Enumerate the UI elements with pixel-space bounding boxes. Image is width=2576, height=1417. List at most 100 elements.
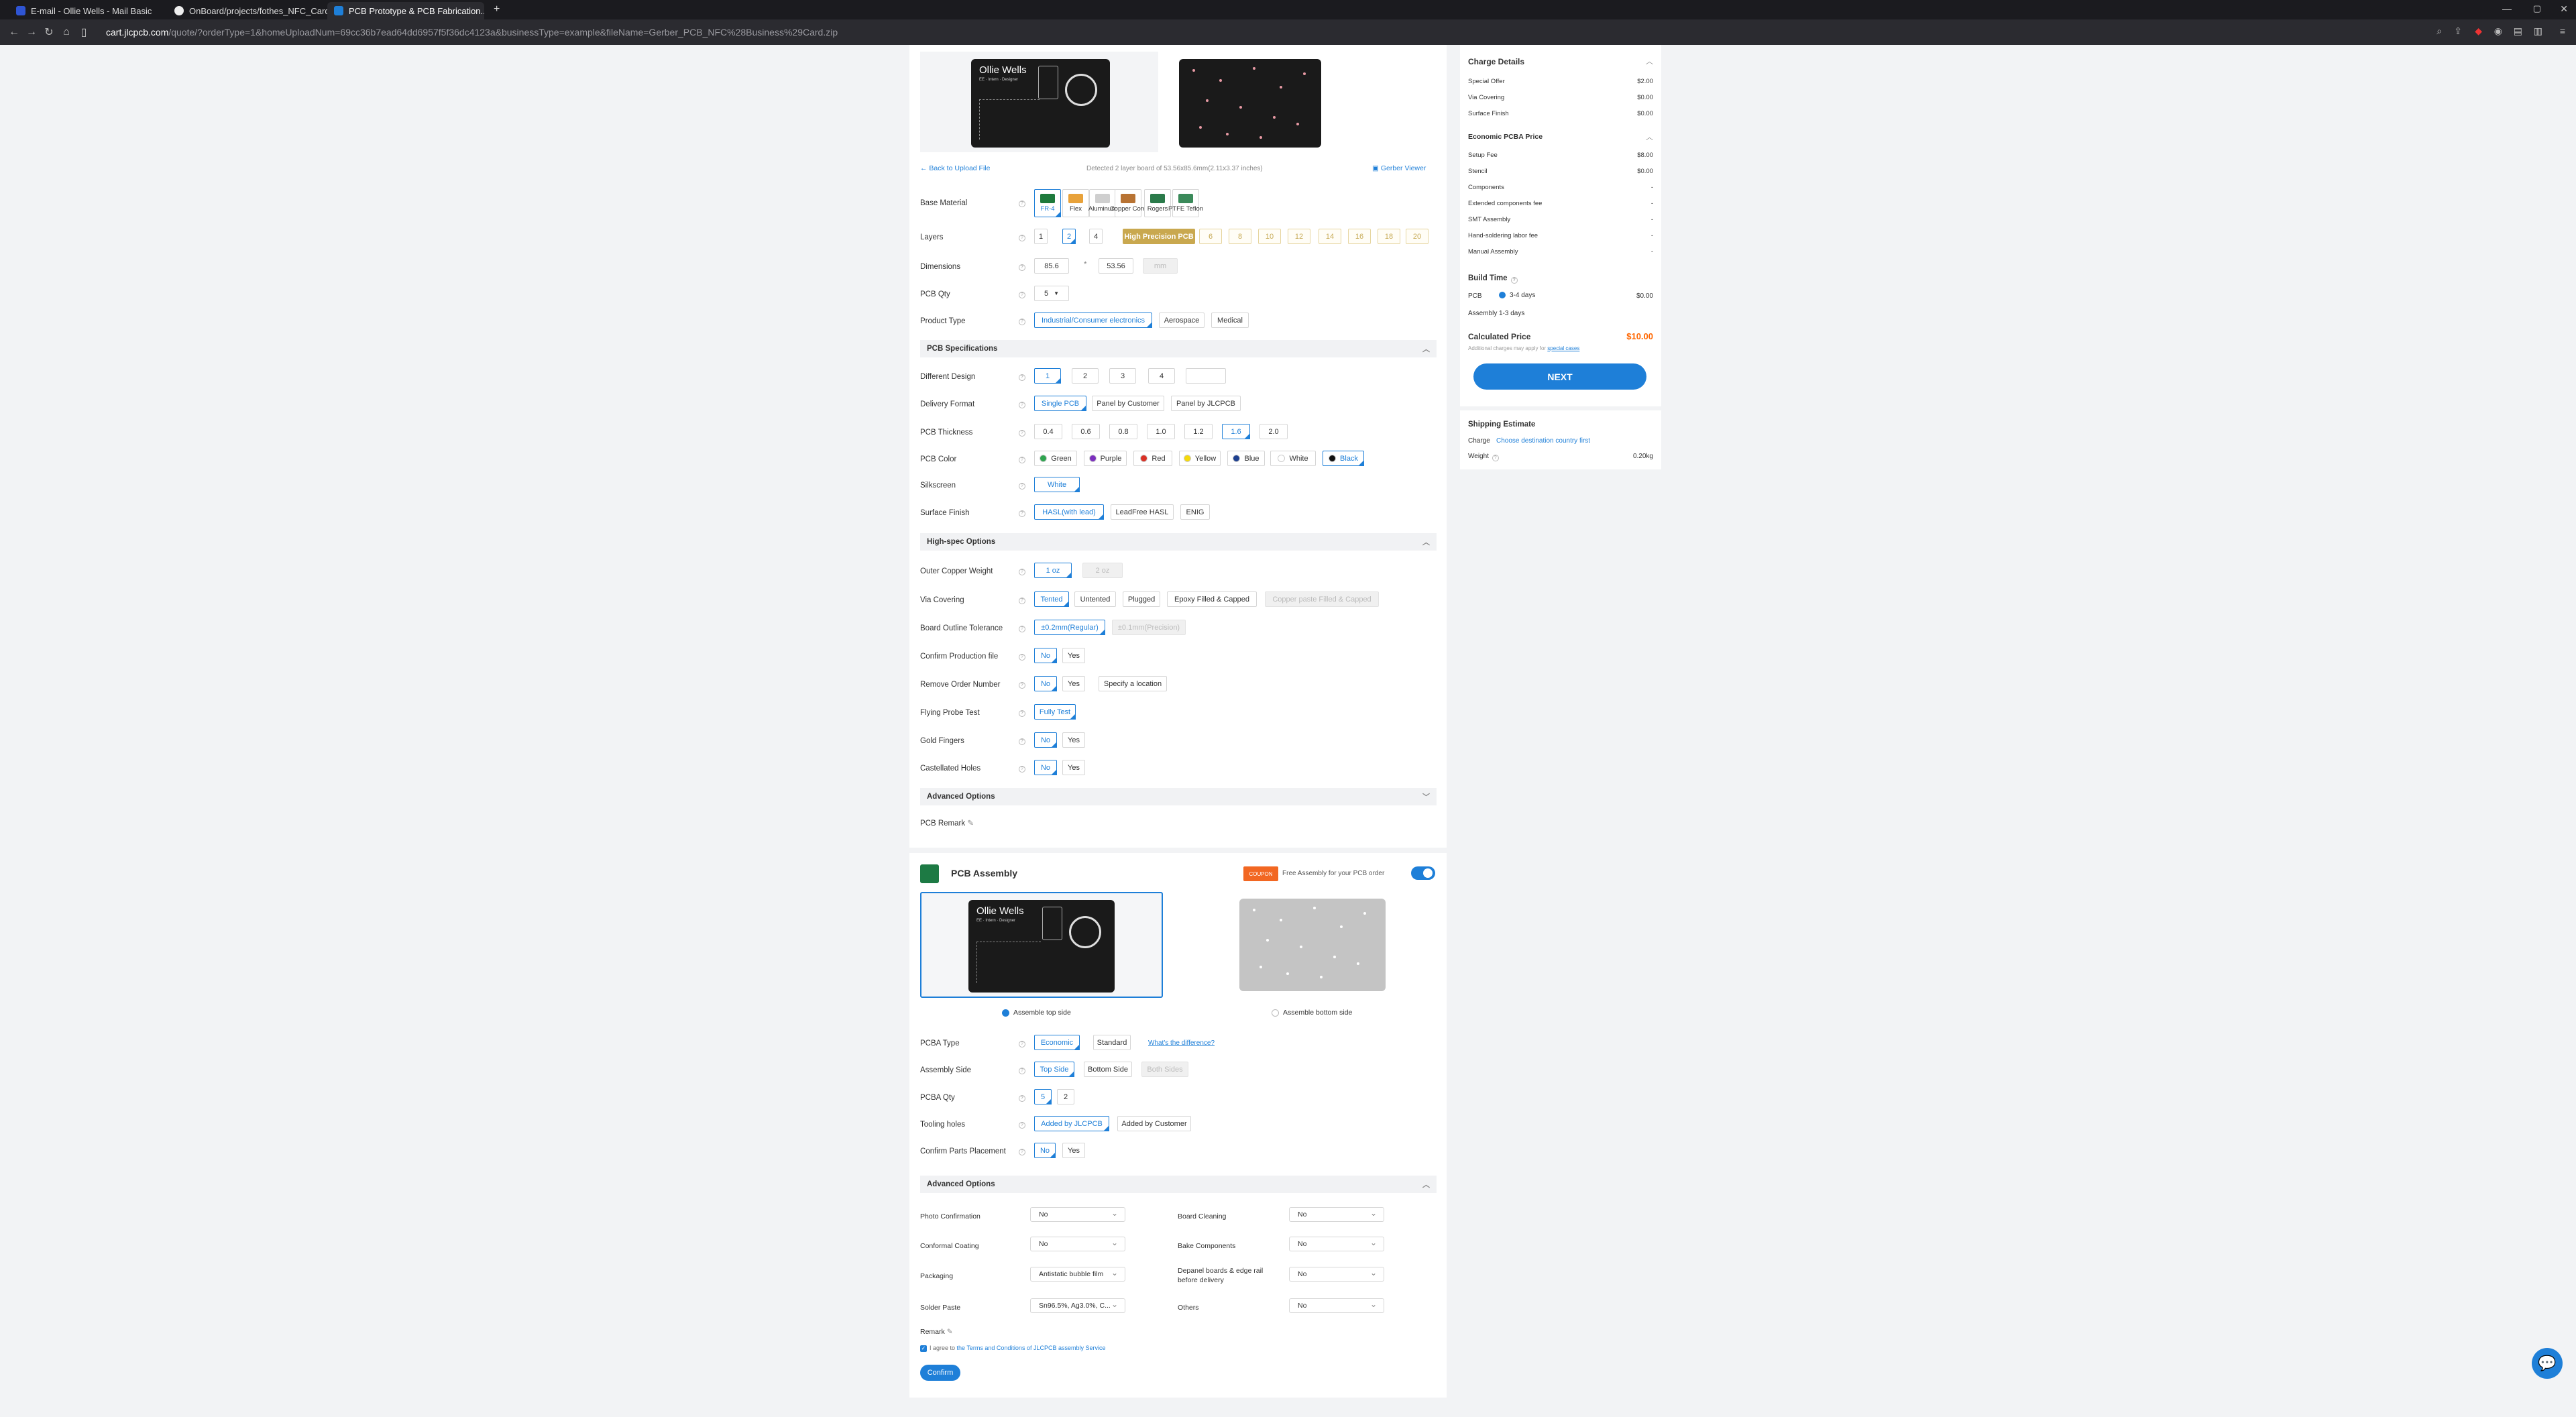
wallet-icon[interactable]: ▤: [2514, 25, 2522, 37]
help-icon[interactable]: ?: [1510, 277, 1518, 284]
delivery-single-pcb[interactable]: Single PCB: [1034, 396, 1086, 411]
different-design-custom-input[interactable]: [1186, 368, 1226, 384]
assembly-remark[interactable]: Remark ✎: [920, 1328, 953, 1336]
base-material-option-4[interactable]: Rogers: [1144, 189, 1171, 217]
help-icon[interactable]: ?: [1019, 264, 1025, 271]
help-icon[interactable]: ?: [1019, 1068, 1025, 1074]
tooling-by-jlcpcb[interactable]: Added by JLCPCB: [1034, 1116, 1109, 1131]
help-icon[interactable]: ?: [1019, 319, 1025, 325]
pcba-type-standard[interactable]: Standard: [1093, 1035, 1131, 1050]
chat-support-icon[interactable]: 💬: [2532, 1348, 2563, 1379]
help-icon[interactable]: ?: [1019, 510, 1025, 517]
color-option-white[interactable]: White: [1270, 451, 1316, 466]
base-material-option-1[interactable]: Flex: [1062, 189, 1089, 217]
assembly-side-both[interactable]: Both Sides: [1141, 1062, 1188, 1077]
help-icon[interactable]: ?: [1019, 710, 1025, 717]
help-icon[interactable]: ?: [1019, 430, 1025, 437]
layers-option-1[interactable]: 1: [1034, 229, 1048, 244]
high-spec-header[interactable]: High-spec Options ︿: [920, 533, 1437, 551]
hp-layer-option-1[interactable]: 8: [1229, 229, 1251, 244]
help-icon[interactable]: ?: [1019, 598, 1025, 604]
product-type-industrial[interactable]: Industrial/Consumer electronics: [1034, 313, 1152, 328]
hp-layer-option-0[interactable]: 6: [1199, 229, 1222, 244]
via-copper-paste[interactable]: Copper paste Filled & Capped: [1265, 591, 1379, 607]
pcb-specifications-header[interactable]: PCB Specifications ︿: [920, 340, 1437, 357]
back-to-upload-link[interactable]: ← Back to Upload File: [920, 164, 990, 172]
remove-order-yes[interactable]: Yes: [1062, 676, 1085, 691]
help-icon[interactable]: ?: [1019, 766, 1025, 773]
product-type-aerospace[interactable]: Aerospace: [1159, 313, 1205, 328]
forward-icon[interactable]: →: [23, 26, 40, 38]
sidebar-icon[interactable]: ▥: [2534, 25, 2542, 37]
color-option-black[interactable]: Black: [1323, 451, 1364, 466]
hp-layer-option-5[interactable]: 16: [1348, 229, 1371, 244]
confirm-parts-yes[interactable]: Yes: [1062, 1143, 1085, 1158]
help-icon[interactable]: ?: [1019, 235, 1025, 241]
copper-2oz[interactable]: 2 oz: [1082, 563, 1123, 578]
whats-difference-link[interactable]: What's the difference?: [1148, 1039, 1215, 1047]
castellated-no[interactable]: No: [1034, 760, 1057, 775]
layers-option-2[interactable]: 2: [1062, 229, 1076, 244]
assembly-side-bottom[interactable]: Bottom Side: [1084, 1062, 1132, 1077]
surface-hasl-lead[interactable]: HASL(with lead): [1034, 504, 1104, 520]
different-design-option-1[interactable]: 2: [1072, 368, 1099, 384]
castellated-yes[interactable]: Yes: [1062, 760, 1085, 775]
new-tab-icon[interactable]: +: [494, 3, 500, 15]
color-option-green[interactable]: Green: [1034, 451, 1077, 466]
tab-jlcpcb[interactable]: PCB Prototype & PCB Fabrication... ✕: [327, 2, 484, 19]
bake-components-select[interactable]: No: [1289, 1237, 1384, 1251]
help-icon[interactable]: ?: [1019, 569, 1025, 575]
gold-fingers-no[interactable]: No: [1034, 732, 1057, 748]
base-material-option-2[interactable]: Aluminum: [1088, 189, 1117, 217]
packaging-select[interactable]: Antistatic bubble film: [1030, 1267, 1125, 1282]
edit-icon[interactable]: ✎: [967, 819, 974, 828]
depanel-select[interactable]: No: [1289, 1267, 1384, 1282]
tolerance-regular[interactable]: ±0.2mm(Regular): [1034, 620, 1105, 635]
thickness-option-1[interactable]: 0.6: [1072, 424, 1100, 439]
assemble-bottom-card[interactable]: [1186, 892, 1435, 998]
checkbox-checked-icon[interactable]: ✓: [920, 1345, 927, 1352]
different-design-option-0[interactable]: 1: [1034, 368, 1061, 384]
special-cases-link[interactable]: special cases: [1547, 345, 1579, 351]
help-icon[interactable]: ?: [1019, 682, 1025, 689]
help-icon[interactable]: ?: [1019, 738, 1025, 745]
assembly-advanced-header[interactable]: Advanced Options ︿: [920, 1176, 1437, 1193]
hp-layer-option-3[interactable]: 12: [1288, 229, 1310, 244]
share-icon[interactable]: ⇪: [2454, 25, 2462, 37]
pcb-remark[interactable]: PCB Remark ✎: [920, 818, 974, 828]
home-icon[interactable]: ⌂: [58, 26, 75, 38]
back-icon[interactable]: ←: [5, 26, 23, 38]
layers-option-4[interactable]: 4: [1089, 229, 1103, 244]
assemble-bottom-radio[interactable]: Assemble bottom side: [1272, 1009, 1352, 1017]
color-option-red[interactable]: Red: [1133, 451, 1172, 466]
product-type-medical[interactable]: Medical: [1211, 313, 1249, 328]
thickness-option-4[interactable]: 1.2: [1184, 424, 1213, 439]
help-icon[interactable]: ?: [1019, 654, 1025, 661]
assemble-top-card[interactable]: Ollie Wells EE · Intern · Designer: [920, 892, 1163, 998]
dimension-width-input[interactable]: 85.6: [1034, 258, 1069, 274]
color-option-purple[interactable]: Purple: [1084, 451, 1127, 466]
next-button[interactable]: NEXT: [1473, 363, 1646, 390]
hp-layer-option-7[interactable]: 20: [1406, 229, 1429, 244]
flying-probe-full[interactable]: Fully Test: [1034, 704, 1076, 720]
tooling-by-customer[interactable]: Added by Customer: [1117, 1116, 1191, 1131]
thickness-option-5[interactable]: 1.6: [1222, 424, 1250, 439]
silkscreen-white[interactable]: White: [1034, 477, 1080, 492]
delivery-panel-customer[interactable]: Panel by Customer: [1092, 396, 1164, 411]
gold-fingers-yes[interactable]: Yes: [1062, 732, 1085, 748]
tolerance-precision[interactable]: ±0.1mm(Precision): [1112, 620, 1186, 635]
pcba-qty-5[interactable]: 5: [1034, 1089, 1052, 1104]
via-untented[interactable]: Untented: [1074, 591, 1116, 607]
confirm-parts-no[interactable]: No: [1034, 1143, 1056, 1158]
remove-order-specify[interactable]: Specify a location: [1099, 676, 1167, 691]
reload-icon[interactable]: ↻: [40, 25, 58, 39]
edit-icon[interactable]: ✎: [947, 1328, 953, 1336]
assembly-side-top[interactable]: Top Side: [1034, 1062, 1074, 1077]
bookmark-icon[interactable]: ▯: [75, 25, 93, 39]
brave-shield-icon[interactable]: ◆: [2475, 25, 2482, 37]
maximize-icon[interactable]: ▢: [2533, 3, 2541, 14]
base-material-option-3[interactable]: Copper Core: [1110, 189, 1146, 217]
thickness-option-3[interactable]: 1.0: [1147, 424, 1175, 439]
pcba-type-economic[interactable]: Economic: [1034, 1035, 1080, 1050]
confirm-prod-yes[interactable]: Yes: [1062, 648, 1085, 663]
